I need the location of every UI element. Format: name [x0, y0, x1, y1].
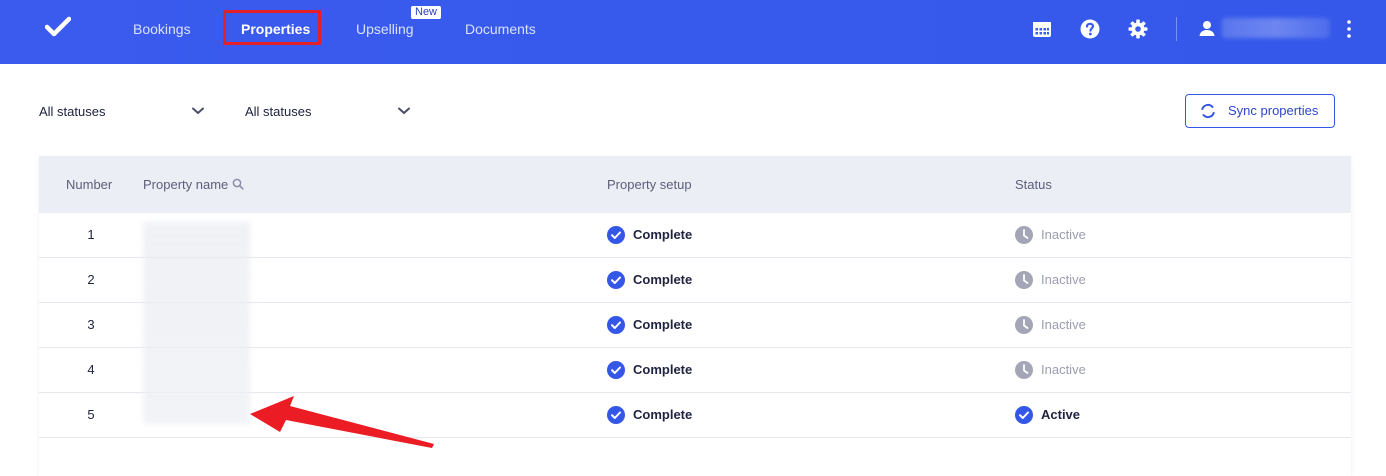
nav-divider: [1176, 17, 1177, 41]
top-navigation: Bookings Properties Upselling New Docume…: [0, 0, 1386, 64]
sync-properties-button[interactable]: Sync properties: [1185, 94, 1335, 128]
status-filter-1[interactable]: All statuses: [39, 102, 209, 122]
clock-icon: [1015, 316, 1033, 334]
calendar-grid-icon[interactable]: [1031, 18, 1053, 40]
status-label: Inactive: [1041, 362, 1086, 377]
help-icon[interactable]: [1079, 18, 1101, 40]
chevron-down-icon: [192, 107, 204, 114]
chevron-down-icon: [398, 107, 410, 114]
user-icon[interactable]: [1196, 18, 1218, 40]
sync-icon: [1201, 103, 1215, 119]
header-property-name-label: Property name: [143, 177, 229, 192]
setup-label: Complete: [633, 227, 693, 242]
nav-upselling[interactable]: Upselling: [356, 20, 414, 38]
row-number: 1: [87, 227, 95, 242]
row-number: 2: [87, 272, 95, 287]
row-number: 4: [87, 362, 95, 377]
more-vertical-icon[interactable]: [1338, 18, 1360, 40]
highlight-box: [223, 10, 321, 45]
header-status: Status: [1015, 177, 1052, 192]
setup-label: Complete: [633, 362, 693, 377]
gear-icon[interactable]: [1127, 18, 1149, 40]
nav-bookings[interactable]: Bookings: [133, 20, 191, 38]
check-circle-icon: [1015, 406, 1033, 424]
setup-label: Complete: [633, 407, 693, 422]
row-number: 3: [87, 317, 95, 332]
check-circle-icon: [607, 226, 625, 244]
check-circle-icon: [607, 361, 625, 379]
row-number: 5: [87, 407, 95, 422]
status-label: Inactive: [1041, 317, 1086, 332]
search-icon[interactable]: [232, 178, 244, 190]
properties-table: Number Property name Property setup Stat…: [39, 156, 1351, 476]
new-badge: New: [411, 6, 442, 19]
status-filter-2-label: All statuses: [245, 104, 312, 119]
setup-label: Complete: [633, 272, 693, 287]
sync-properties-label: Sync properties: [1228, 103, 1319, 118]
check-circle-icon: [607, 406, 625, 424]
annotation-arrow: [250, 396, 434, 448]
clock-icon: [1015, 226, 1033, 244]
status-label: Inactive: [1041, 227, 1086, 242]
clock-icon: [1015, 271, 1033, 289]
table-header: Number Property name Property setup Stat…: [39, 156, 1351, 213]
status-label: Active: [1041, 407, 1081, 422]
header-number: Number: [66, 177, 113, 192]
setup-label: Complete: [633, 317, 693, 332]
status-filter-1-label: All statuses: [39, 104, 106, 119]
header-property-name[interactable]: Property name: [143, 177, 244, 193]
header-property-setup: Property setup: [607, 177, 692, 192]
status-label: Inactive: [1041, 272, 1086, 287]
status-filter-2[interactable]: All statuses: [245, 102, 415, 122]
user-name-redacted[interactable]: [1222, 18, 1330, 38]
property-names-redacted: [143, 222, 250, 424]
check-circle-icon: [607, 316, 625, 334]
check-circle-icon: [607, 271, 625, 289]
clock-icon: [1015, 361, 1033, 379]
check-logo-icon[interactable]: [45, 16, 71, 38]
nav-documents[interactable]: Documents: [465, 20, 536, 38]
